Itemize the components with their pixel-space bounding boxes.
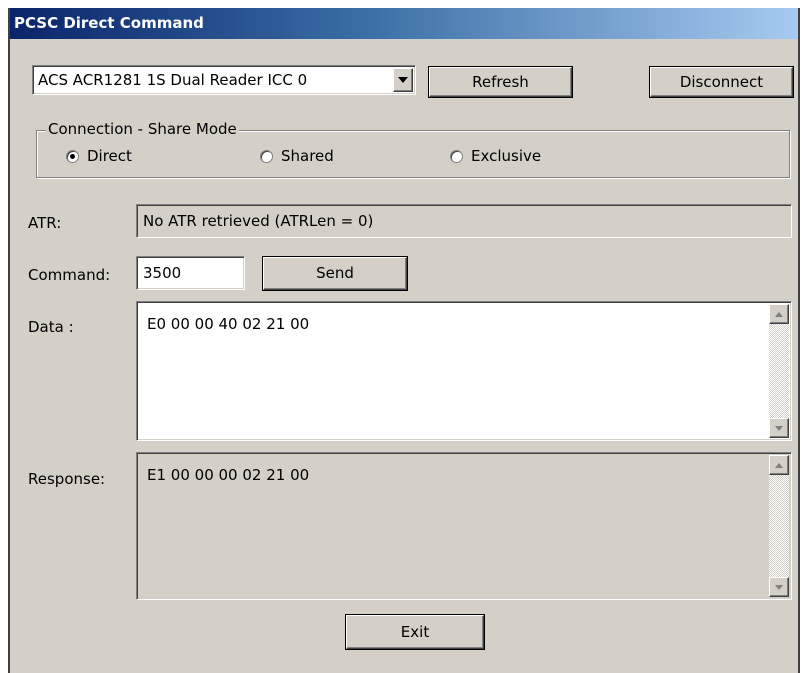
exit-button[interactable]: Exit (346, 615, 484, 649)
arrow-down-icon (775, 585, 783, 590)
connection-share-mode-label: Connection - Share Mode (46, 120, 239, 138)
data-scrollbar[interactable] (769, 304, 789, 438)
data-textarea-value: E0 00 00 40 02 21 00 (147, 315, 310, 333)
radio-exclusive[interactable] (450, 150, 463, 163)
radio-shared[interactable] (260, 150, 273, 163)
arrow-up-icon (775, 463, 783, 468)
reader-select[interactable]: ACS ACR1281 1S Dual Reader ICC 0 (32, 65, 416, 95)
response-scrollbar[interactable] (769, 455, 789, 597)
data-scroll-up-button[interactable] (769, 304, 789, 324)
response-textarea-value: E1 00 00 00 02 21 00 (147, 466, 310, 484)
radio-exclusive-label[interactable]: Exclusive (471, 147, 541, 165)
reader-select-value: ACS ACR1281 1S Dual Reader ICC 0 (38, 71, 308, 89)
atr-label: ATR: (28, 214, 62, 232)
radio-direct[interactable] (66, 150, 79, 163)
triangle-down-icon (398, 77, 408, 83)
response-scroll-up-button[interactable] (769, 455, 789, 475)
arrow-down-icon (775, 426, 783, 431)
data-textarea[interactable]: E0 00 00 40 02 21 00 (136, 301, 792, 441)
refresh-button[interactable]: Refresh (429, 67, 572, 97)
arrow-up-icon (775, 312, 783, 317)
data-label: Data : (28, 318, 74, 336)
pcsc-direct-command-window: PCSC Direct Command ACS ACR1281 1S Dual … (8, 8, 800, 673)
response-label: Response: (28, 470, 106, 488)
response-textarea: E1 00 00 00 02 21 00 (136, 452, 792, 600)
atr-value: No ATR retrieved (ATRLen = 0) (143, 212, 374, 230)
response-scroll-down-button[interactable] (769, 577, 789, 597)
window-title: PCSC Direct Command (10, 8, 798, 39)
send-button[interactable]: Send (263, 257, 407, 290)
reader-dropdown-button[interactable] (393, 68, 413, 92)
command-input-value: 3500 (143, 264, 182, 282)
command-label: Command: (28, 266, 111, 284)
radio-shared-label[interactable]: Shared (281, 147, 334, 165)
data-scroll-down-button[interactable] (769, 418, 789, 438)
disconnect-button[interactable]: Disconnect (650, 67, 793, 97)
command-input[interactable]: 3500 (136, 256, 245, 290)
radio-direct-label[interactable]: Direct (87, 147, 132, 165)
atr-field: No ATR retrieved (ATRLen = 0) (136, 204, 792, 238)
